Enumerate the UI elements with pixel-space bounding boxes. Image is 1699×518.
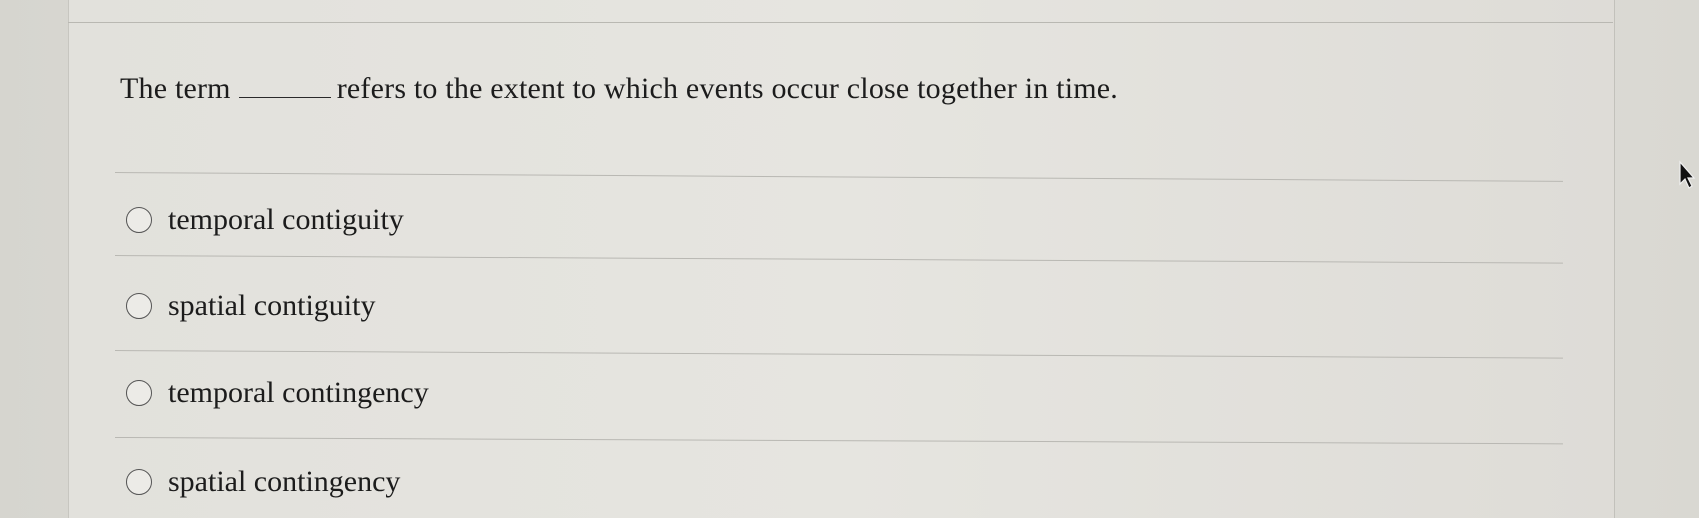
option-spatial-contingency[interactable]: spatial contingency (126, 462, 400, 502)
radio-button-icon[interactable] (126, 380, 152, 406)
option-label: spatial contingency (168, 465, 401, 498)
radio-button-icon[interactable] (126, 293, 152, 319)
screen: The term refers to the extent to which ev… (0, 0, 1699, 518)
panel-top-border (68, 0, 1613, 23)
option-temporal-contiguity[interactable]: temporal contiguity (126, 200, 404, 240)
mouse-pointer-icon (1679, 160, 1696, 189)
question-text: The term refers to the extent to which ev… (120, 72, 1118, 106)
option-label: temporal contingency (168, 376, 429, 409)
question-before-blank: The term (120, 72, 231, 105)
answer-blank (238, 73, 331, 98)
radio-button-icon[interactable] (126, 469, 152, 495)
option-temporal-contingency[interactable]: temporal contingency (126, 373, 429, 413)
option-label: spatial contiguity (168, 289, 376, 322)
option-spatial-contiguity[interactable]: spatial contiguity (126, 286, 375, 326)
question-after-blank: refers to the extent to which events occ… (336, 72, 1118, 105)
option-label: temporal contiguity (168, 203, 404, 236)
radio-button-icon[interactable] (126, 207, 152, 233)
